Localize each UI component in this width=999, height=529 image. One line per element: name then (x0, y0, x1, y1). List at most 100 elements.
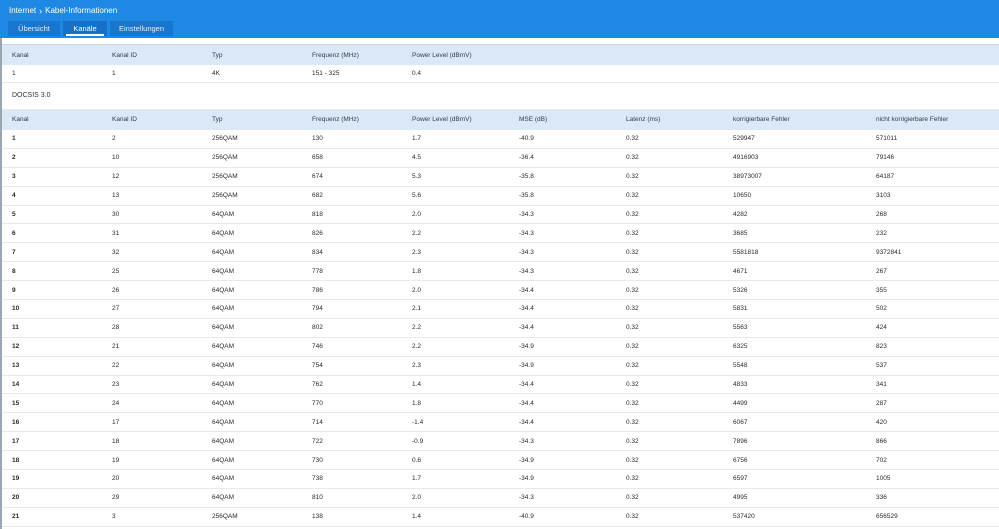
channel-number-cell: 1 (12, 135, 16, 143)
cell: 0.32 (626, 173, 639, 181)
tab-settings[interactable]: Einstellungen (110, 21, 173, 36)
cell: 22 (112, 362, 120, 370)
channel-number-cell: 14 (12, 381, 20, 389)
cell: 0.32 (626, 513, 639, 521)
cell: 64QAM (212, 437, 235, 445)
cell: 1005 (876, 475, 891, 483)
table-row: 20 29 64QAM 810 2.0 -34.3 0.32 4995 336 (2, 488, 999, 508)
cell: 424 (876, 324, 887, 332)
cell: 64QAM (212, 343, 235, 351)
cell: 714 (312, 418, 323, 426)
channel-number-cell: 10 (12, 305, 20, 313)
tab-bar: Übersicht Kanäle Einstellungen (8, 21, 173, 36)
cell: 826 (312, 229, 323, 237)
channel-number-cell: 8 (12, 267, 16, 275)
col-header: Latenz (ms) (626, 116, 661, 123)
cell: -0.9 (412, 437, 424, 445)
col-header: MSE (dB) (519, 116, 548, 123)
cell: 30 (112, 211, 120, 218)
cell: 64QAM (212, 418, 235, 426)
cell: 0.32 (626, 154, 639, 162)
table-row: 4 13 256QAM 682 5.6 -35.8 0.32 10650 3103 (2, 186, 999, 206)
cell: 0.32 (626, 305, 639, 313)
table-row: 9 26 64QAM 786 2.0 -34.4 0.32 5326 355 (2, 281, 999, 300)
cell: 4995 (733, 494, 748, 502)
channel-number-cell: 18 (12, 456, 20, 464)
cell: 682 (312, 192, 323, 200)
chevron-right-icon: › (39, 5, 43, 16)
cell: 537 (876, 362, 887, 370)
cell: 64QAM (212, 211, 235, 218)
cell: 746 (312, 343, 323, 351)
cell: 4K (212, 69, 220, 77)
cell: 232 (876, 229, 887, 237)
main-content[interactable]: Kanal Kanal ID Typ Frequenz (MHz) Power … (0, 38, 999, 529)
cell: 5563 (733, 324, 748, 332)
col-header: Frequenz (MHz) (312, 116, 359, 123)
cell: 2 (112, 135, 116, 143)
cell: -34.4 (519, 305, 534, 313)
cell: 64QAM (212, 475, 235, 483)
cell: 1.7 (412, 475, 422, 483)
cell: -34.3 (519, 229, 534, 237)
channel-number-cell: 20 (12, 494, 20, 502)
cell: -34.3 (519, 494, 534, 502)
breadcrumb-root[interactable]: Internet (9, 6, 36, 15)
table-row: 18 19 64QAM 730 0.6 -34.9 0.32 6756 702 (2, 451, 999, 470)
cell: 256QAM (212, 192, 238, 200)
cell: 64QAM (212, 324, 235, 332)
cell: 762 (312, 381, 323, 389)
cell: 722 (312, 437, 323, 445)
cell: 537420 (733, 513, 755, 521)
cell: 0.32 (626, 456, 639, 464)
channel-number-cell: 17 (12, 437, 20, 445)
breadcrumb-current: Kabel-Informationen (45, 6, 118, 15)
cell: 658 (312, 154, 323, 162)
channel-number-cell: 16 (12, 418, 20, 426)
breadcrumb: Internet › Kabel-Informationen (9, 6, 117, 15)
table-row: 16 17 64QAM 714 -1.4 -34.4 0.32 6067 420 (2, 413, 999, 432)
cell: -35.8 (519, 192, 534, 200)
channel-number-cell: 3 (12, 173, 16, 181)
cell: 21 (112, 343, 120, 351)
cell: 6597 (733, 475, 748, 483)
cell: 1.8 (412, 267, 422, 275)
cell: -34.4 (519, 286, 534, 294)
cell: -34.9 (519, 343, 534, 351)
cell: 571011 (876, 135, 898, 143)
cell: 2.1 (412, 305, 422, 313)
cell: 17 (112, 418, 120, 426)
cell: 64QAM (212, 494, 235, 502)
cell: -34.9 (519, 475, 534, 483)
cell: -34.3 (519, 248, 534, 256)
cell: -34.4 (519, 324, 534, 332)
docsis-table-body: 1 2 256QAM 130 1.7 -40.9 0.32 529947 571011 2 10 25… (2, 130, 999, 527)
cell: 138 (312, 513, 323, 521)
cell: 2.3 (412, 362, 422, 370)
cell: 0.32 (626, 211, 639, 218)
table-row: 5 30 64QAM 818 2.0 -34.3 0.32 4282 268 (2, 205, 999, 224)
cell: 0.32 (626, 418, 639, 426)
cell: 64QAM (212, 362, 235, 370)
tab-overview[interactable]: Übersicht (8, 21, 60, 36)
cell: 0.32 (626, 229, 639, 237)
table-row: 2 10 256QAM 658 4.5 -36.4 0.32 4916903 79146 (2, 148, 999, 168)
cell: 64QAM (212, 305, 235, 313)
cell: 64QAM (212, 286, 235, 294)
cell: 32 (112, 248, 120, 256)
table-row: 6 31 64QAM 826 2.2 -34.3 0.32 3685 232 (2, 224, 999, 243)
cell: 4671 (733, 267, 748, 275)
tab-channels[interactable]: Kanäle (63, 21, 107, 36)
cell: 730 (312, 456, 323, 464)
table-row: 10 27 64QAM 794 2.1 -34.4 0.32 5831 502 (2, 300, 999, 319)
cell: 3 (112, 513, 116, 521)
cell: 24 (112, 399, 120, 407)
cell: 27 (112, 305, 120, 313)
cell: -34.3 (519, 211, 534, 218)
cell: 1.4 (412, 513, 422, 521)
cell: 12 (112, 173, 120, 181)
table-row: 11 28 64QAM 802 2.2 -34.4 0.32 5563 424 (2, 318, 999, 338)
cell: 29 (112, 494, 120, 502)
cell: 866 (876, 437, 887, 445)
table-row: 13 22 64QAM 754 2.3 -34.9 0.32 5548 537 (2, 356, 999, 376)
